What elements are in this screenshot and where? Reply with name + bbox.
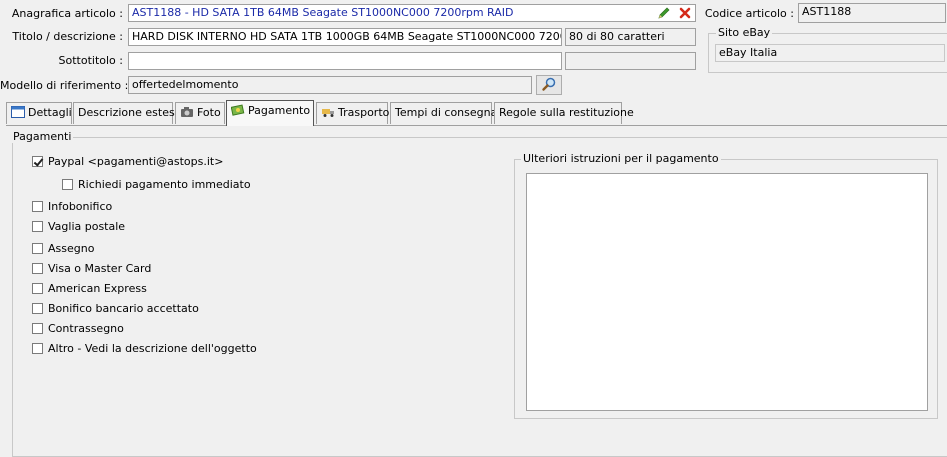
option-label: Infobonifico: [48, 200, 113, 213]
option-label: American Express: [48, 282, 147, 295]
istruzioni-group: Ulteriori istruzioni per il pagamento: [514, 153, 938, 419]
anagrafica-label: Anagrafica articolo :: [11, 7, 123, 20]
sottotitolo-input[interactable]: [128, 52, 562, 70]
option-infobonifico[interactable]: Infobonifico: [32, 200, 112, 213]
option-visa-mastercard[interactable]: Visa o Master Card: [32, 262, 151, 275]
option-altro[interactable]: Altro - Vedi la descrizione dell'oggetto: [32, 342, 257, 355]
option-label: Altro - Vedi la descrizione dell'oggetto: [48, 342, 257, 355]
tab-regole-restituzione[interactable]: Regole sulla restituzione: [494, 102, 634, 124]
magnifier-icon: [541, 76, 557, 95]
checkbox[interactable]: [62, 179, 73, 190]
modello-label: Modello di riferimento :: [0, 79, 129, 92]
option-label: Visa o Master Card: [48, 262, 152, 275]
option-label: Richiedi pagamento immediato: [78, 178, 251, 191]
tab-label: Descrizione estesa: [78, 106, 182, 119]
checkbox[interactable]: [32, 323, 43, 334]
option-bonifico-bancario[interactable]: Bonifico bancario accettato: [32, 302, 199, 315]
tab-pagamento[interactable]: Pagamento: [226, 100, 314, 126]
checkbox[interactable]: [32, 343, 43, 354]
sottotitolo-count-field: [565, 52, 696, 70]
tab-tempi-consegna[interactable]: Tempi di consegna: [390, 102, 497, 124]
tab-label: Trasporto: [338, 106, 390, 119]
checkbox[interactable]: [32, 201, 43, 212]
option-vaglia-postale[interactable]: Vaglia postale: [32, 220, 125, 233]
istruzioni-textarea[interactable]: [526, 173, 928, 411]
checkbox[interactable]: [32, 221, 43, 232]
delete-x-icon[interactable]: [677, 5, 693, 21]
pagamenti-title: Pagamenti: [11, 130, 74, 143]
tab-label: Dettagli: [28, 106, 72, 119]
tab-label: Regole sulla restituzione: [499, 106, 634, 119]
window-icon: [11, 106, 25, 118]
checkbox[interactable]: [32, 243, 43, 254]
tab-panel-border: [6, 125, 947, 126]
option-label: Assegno: [48, 242, 95, 255]
tab-label: Foto: [197, 106, 221, 119]
char-count-field: 80 di 80 caratteri: [565, 28, 696, 46]
option-pagamento-immediato[interactable]: Richiedi pagamento immediato: [62, 178, 251, 191]
sito-ebay-value: eBay Italia: [719, 46, 778, 59]
search-button[interactable]: [536, 75, 562, 95]
option-assegno[interactable]: Assegno: [32, 242, 94, 255]
tab-label: Tempi di consegna: [395, 106, 498, 119]
checkbox[interactable]: [32, 263, 43, 274]
titolo-input[interactable]: HARD DISK INTERNO HD SATA 1TB 1000GB 64M…: [128, 28, 562, 46]
titolo-label: Titolo / descrizione :: [12, 30, 123, 43]
option-american-express[interactable]: American Express: [32, 282, 147, 295]
option-label: Paypal <pagamenti@astops.it>: [48, 155, 224, 168]
checkbox[interactable]: [32, 283, 43, 294]
codice-field: AST1188: [798, 3, 946, 23]
option-label: Contrassegno: [48, 322, 124, 335]
modello-value: offertedelmomento: [132, 78, 239, 91]
sito-ebay-field: eBay Italia: [715, 44, 945, 62]
tab-dettagli[interactable]: Dettagli: [6, 102, 72, 124]
money-icon: [230, 104, 245, 116]
checkbox[interactable]: [32, 156, 43, 167]
option-paypal[interactable]: Paypal <pagamenti@astops.it>: [32, 155, 223, 168]
sito-ebay-title: Sito eBay: [716, 26, 773, 39]
truck-icon: [321, 106, 335, 118]
sottotitolo-label: Sottotitolo :: [58, 54, 123, 67]
codice-value: AST1188: [802, 5, 852, 18]
istruzioni-title: Ulteriori istruzioni per il pagamento: [521, 152, 721, 165]
codice-label: Codice articolo :: [704, 7, 794, 20]
option-contrassegno[interactable]: Contrassegno: [32, 322, 124, 335]
option-label: Bonifico bancario accettato: [48, 302, 199, 315]
char-count: 80 di 80 caratteri: [569, 30, 665, 43]
modello-field: offertedelmomento: [128, 76, 532, 94]
checkbox[interactable]: [32, 303, 43, 314]
anagrafica-field[interactable]: AST1188 - HD SATA 1TB 64MB Seagate ST100…: [128, 4, 696, 22]
tab-trasporto[interactable]: Trasporto: [316, 102, 390, 124]
tab-foto[interactable]: Foto: [175, 102, 225, 124]
sito-ebay-group: Sito eBay eBay Italia: [708, 27, 947, 73]
tab-descrizione-estesa[interactable]: Descrizione estesa: [73, 102, 181, 124]
option-label: Vaglia postale: [48, 220, 126, 233]
tab-label: Pagamento: [248, 104, 311, 117]
titolo-value: HARD DISK INTERNO HD SATA 1TB 1000GB 64M…: [132, 30, 562, 43]
edit-pencil-icon[interactable]: [656, 5, 672, 21]
anagrafica-value: AST1188 - HD SATA 1TB 64MB Seagate ST100…: [132, 6, 514, 19]
camera-icon: [180, 106, 194, 118]
